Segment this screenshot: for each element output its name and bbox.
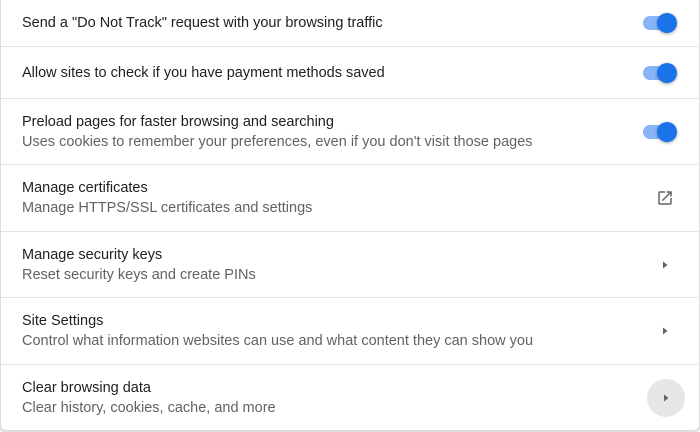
clear-browsing-data-button[interactable] [647, 378, 685, 417]
payment-methods-toggle[interactable] [643, 62, 677, 83]
chevron-right-icon [660, 260, 670, 270]
site-settings-button[interactable] [647, 313, 683, 349]
do-not-track-label: Send a "Do Not Track" request with your … [22, 15, 383, 31]
do-not-track-row[interactable]: Send a "Do Not Track" request with your … [1, 0, 699, 46]
do-not-track-toggle[interactable] [643, 13, 677, 33]
manage-security-keys-label: Manage security keys [22, 246, 163, 263]
manage-security-keys-description: Reset security keys and create PINs [22, 266, 256, 283]
site-settings-row[interactable]: Site Settings Control what information w… [1, 297, 699, 364]
manage-certificates-row[interactable]: Manage certificates Manage HTTPS/SSL cer… [1, 164, 699, 231]
preload-pages-toggle[interactable] [643, 121, 677, 142]
chevron-right-icon [660, 326, 670, 336]
clear-browsing-data-description: Clear history, cookies, cache, and more [22, 399, 276, 416]
privacy-settings-card: Send a "Do Not Track" request with your … [0, 0, 700, 431]
preload-pages-row[interactable]: Preload pages for faster browsing and se… [1, 98, 699, 164]
payment-methods-row[interactable]: Allow sites to check if you have payment… [1, 46, 699, 98]
payment-methods-label: Allow sites to check if you have payment… [22, 64, 385, 81]
preload-pages-description: Uses cookies to remember your preference… [22, 133, 533, 150]
chevron-right-icon [661, 393, 671, 403]
manage-security-keys-row[interactable]: Manage security keys Reset security keys… [1, 231, 699, 297]
manage-certificates-label: Manage certificates [22, 180, 148, 196]
manage-certificates-description: Manage HTTPS/SSL certificates and settin… [22, 200, 313, 216]
manage-certificates-button[interactable] [647, 180, 683, 216]
site-settings-description: Control what information websites can us… [22, 333, 534, 349]
clear-browsing-data-row[interactable]: Clear browsing data Clear history, cooki… [1, 364, 699, 430]
manage-security-keys-button[interactable] [647, 247, 683, 283]
clear-browsing-data-label: Clear browsing data [22, 379, 151, 396]
site-settings-label: Site Settings [22, 313, 104, 329]
external-link-icon [656, 189, 674, 207]
preload-pages-label: Preload pages for faster browsing and se… [22, 113, 334, 130]
